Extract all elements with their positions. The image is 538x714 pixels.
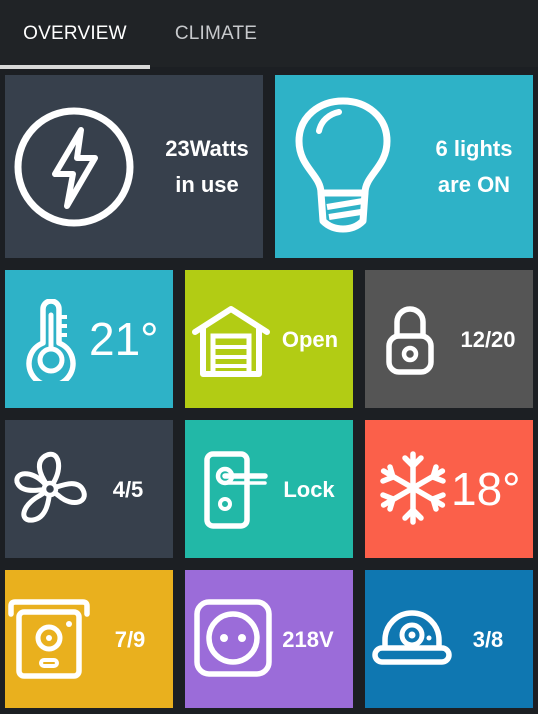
- garage-status: Open: [281, 327, 339, 352]
- speaker-icon: [8, 599, 90, 679]
- door-lock-tile[interactable]: Lock: [185, 420, 353, 558]
- cooling-tile[interactable]: 18°: [365, 420, 533, 558]
- temperature-tile[interactable]: 21°: [5, 270, 173, 408]
- locks-tile[interactable]: 12/20: [365, 270, 533, 408]
- fan-speed: 4/5: [112, 477, 144, 502]
- fan-tile[interactable]: 4/5: [5, 420, 173, 558]
- thermometer-icon: [26, 299, 76, 381]
- tab-climate[interactable]: CLIMATE: [150, 0, 282, 67]
- lights-tile[interactable]: 6 lights are ON: [275, 75, 533, 258]
- fan-icon: [14, 451, 87, 523]
- power-outlet-tile[interactable]: 218V: [185, 570, 353, 708]
- power-outlet-icon: [194, 599, 272, 677]
- snowflake-icon: [380, 451, 446, 525]
- locks-count: 12/20: [460, 327, 516, 352]
- outlet-voltage: 218V: [282, 627, 334, 652]
- tab-overview[interactable]: OVERVIEW: [0, 0, 150, 67]
- speaker-count: 7/9: [114, 627, 146, 652]
- speaker-tile[interactable]: 7/9: [5, 570, 173, 708]
- door-lock-status: Lock: [283, 477, 335, 502]
- lightning-bolt-icon: [14, 107, 134, 227]
- camera-count: 3/8: [472, 627, 504, 652]
- temperature-value: 21°: [89, 313, 159, 365]
- padlock-icon: [386, 306, 434, 375]
- camera-tile[interactable]: 3/8: [365, 570, 533, 708]
- active-tab-indicator: [0, 65, 150, 69]
- garage-icon: [192, 306, 270, 377]
- light-bulb-icon: [295, 97, 391, 233]
- power-usage-tile[interactable]: 23Watts in use: [5, 75, 263, 258]
- tab-bar: OVERVIEW CLIMATE: [0, 0, 538, 69]
- garage-tile[interactable]: Open: [185, 270, 353, 408]
- cooling-temperature: 18°: [451, 463, 521, 515]
- door-handle-icon: [204, 451, 268, 529]
- power-usage-label: 23Watts in use: [165, 136, 249, 197]
- dome-camera-icon: [372, 610, 452, 665]
- lights-label: 6 lights are ON: [435, 136, 513, 197]
